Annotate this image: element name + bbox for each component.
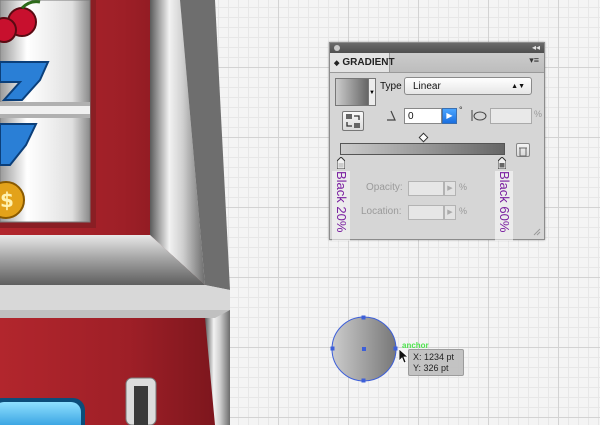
- gradient-stop-left[interactable]: [337, 157, 345, 169]
- panel-titlebar[interactable]: ◂◂: [330, 43, 544, 53]
- angle-input[interactable]: 0: [404, 108, 442, 124]
- chevron-updown-icon: ▲▼: [511, 83, 525, 90]
- collapse-icon[interactable]: ◂◂: [532, 43, 540, 53]
- type-select[interactable]: Linear ▲▼: [404, 77, 532, 95]
- aspect-ratio-input[interactable]: [490, 108, 532, 124]
- resize-grip-icon[interactable]: [533, 228, 541, 236]
- reverse-gradient-icon: [346, 114, 360, 128]
- type-select-value: Linear: [413, 81, 441, 92]
- dropdown-icon[interactable]: ▼: [369, 78, 376, 106]
- selected-circle[interactable]: [330, 315, 398, 383]
- stop-left-annotation: Black 20%: [332, 171, 350, 241]
- aspect-percent-symbol: %: [534, 109, 543, 119]
- coordinate-x-readout: X: 1234 pt: [413, 352, 455, 362]
- panel-menu-icon[interactable]: ▾≡: [529, 55, 539, 66]
- gradient-panel: ◂◂ ◆ GRADIENT ▾≡ ▼ Type Linear ▲▼ 0 ▶ ° %: [329, 42, 545, 241]
- tab-gradient[interactable]: ◆ GRADIENT: [330, 53, 395, 72]
- gradient-slider[interactable]: [340, 143, 505, 155]
- close-icon[interactable]: [334, 45, 340, 51]
- svg-text:$: $: [0, 188, 14, 212]
- location-percent-symbol: %: [459, 206, 468, 216]
- gradient-swatch[interactable]: [335, 78, 369, 106]
- trash-icon: [519, 147, 527, 157]
- slot-machine-artwork: $: [0, 0, 230, 425]
- stop-right-annotation: Black 60%: [495, 171, 513, 241]
- panel-tab-row: ◆ GRADIENT ▾≡: [330, 53, 544, 73]
- coordinates-tooltip: X: 1234 pt Y: 326 pt: [408, 349, 464, 376]
- opacity-dropdown-button[interactable]: ▶: [444, 181, 456, 196]
- tab-gradient-label: GRADIENT: [342, 57, 395, 68]
- delete-stop-button[interactable]: [516, 143, 530, 157]
- coordinate-y-readout: Y: 326 pt: [413, 363, 449, 373]
- angle-dropdown-button[interactable]: ▶: [442, 108, 457, 124]
- expand-options-icon[interactable]: ◆: [334, 60, 339, 67]
- reverse-gradient-button[interactable]: [342, 111, 364, 131]
- angle-icon: [387, 110, 396, 121]
- location-label: Location:: [361, 206, 402, 217]
- gradient-midpoint-handle[interactable]: [418, 132, 429, 143]
- gradient-stop-right[interactable]: [498, 157, 506, 169]
- location-input[interactable]: [408, 205, 444, 220]
- degree-symbol: °: [459, 105, 463, 115]
- type-label: Type: [380, 81, 402, 92]
- location-dropdown-button[interactable]: ▶: [444, 205, 456, 220]
- opacity-input[interactable]: [408, 181, 444, 196]
- opacity-label: Opacity:: [366, 182, 403, 193]
- opacity-percent-symbol: %: [459, 182, 468, 192]
- aspect-ratio-icon: [471, 110, 487, 121]
